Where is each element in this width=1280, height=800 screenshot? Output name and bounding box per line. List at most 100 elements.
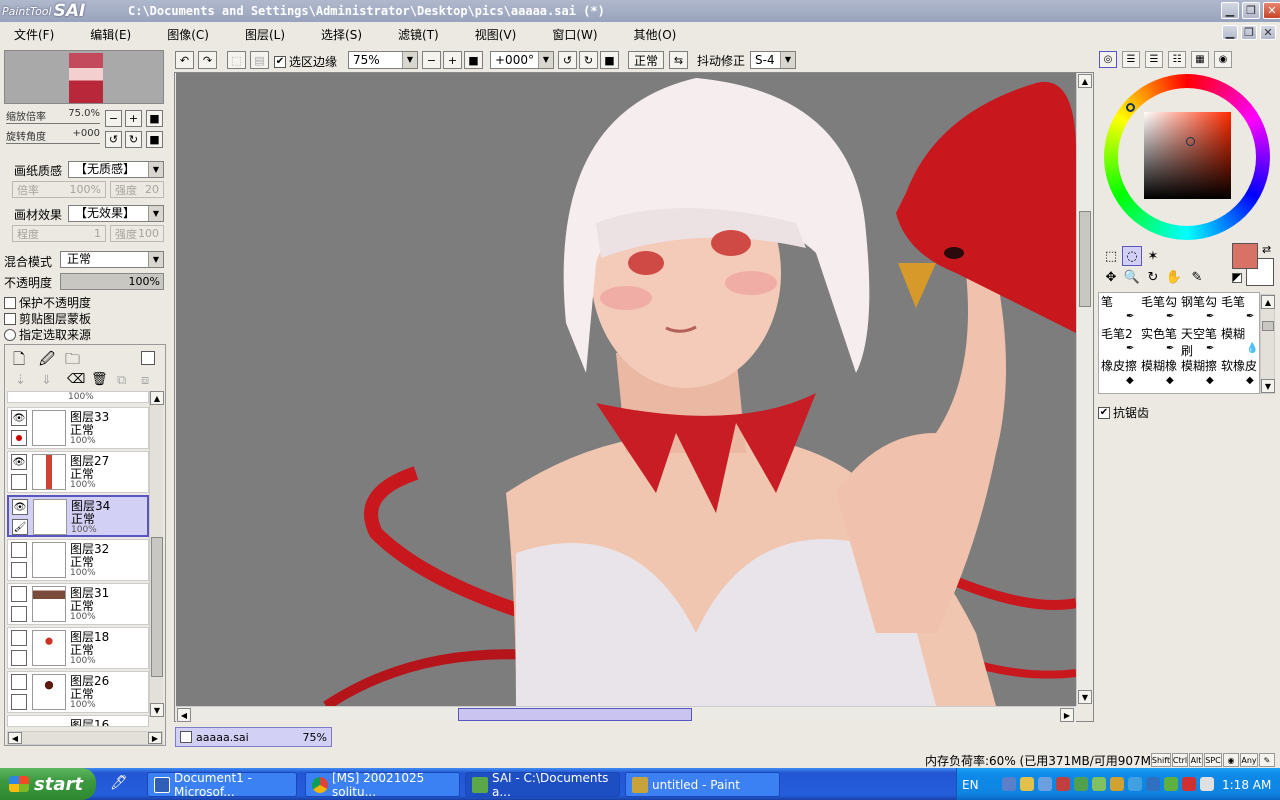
zoom-icon[interactable]: 🔍 xyxy=(1122,267,1142,287)
paper-texture-select[interactable]: 【无质感】 ▼ xyxy=(68,161,164,178)
selection-source-radio[interactable]: 指定选取来源 xyxy=(4,326,91,343)
canvas-horizontal-scrollbar[interactable]: ◀ ▶ xyxy=(176,706,1076,722)
checkbox-box[interactable] xyxy=(4,296,16,309)
doc-restore-button[interactable]: ❐ xyxy=(1241,25,1257,40)
radio-button[interactable] xyxy=(4,328,16,341)
brush-slot[interactable]: 笔 ✒ xyxy=(1101,293,1141,325)
flip-horizontal-icon[interactable]: ⇆ xyxy=(669,51,688,69)
volume-icon[interactable] xyxy=(1200,777,1214,791)
material-effect-select[interactable]: 【无效果】 ▼ xyxy=(68,205,164,222)
tray-icon-app[interactable] xyxy=(1092,777,1106,791)
eye-icon-hidden[interactable] xyxy=(11,586,27,602)
rotate-left-button[interactable]: ↺ xyxy=(105,131,122,148)
scroll-up-arrow[interactable]: ▲ xyxy=(1261,295,1275,309)
brush-slot[interactable]: 软橡皮 ◆ xyxy=(1221,357,1259,389)
brush-slot[interactable]: 毛笔勾 ✒ xyxy=(1141,293,1181,325)
tray-icon-shield[interactable] xyxy=(1164,777,1178,791)
language-indicator[interactable]: EN xyxy=(962,778,979,792)
brush-slot[interactable]: 橡皮擦 ◆ xyxy=(1101,357,1141,389)
layer-list-scrollbar[interactable]: ▲ ▼ xyxy=(149,391,164,717)
new-linework-layer-icon[interactable]: 🖉 xyxy=(39,349,55,374)
toolbar-zoom-out-button[interactable]: − xyxy=(422,51,441,69)
antialias-checkbox[interactable]: ✔ 抗锯齿 xyxy=(1098,404,1149,421)
zoom-select[interactable]: 75% ▼ xyxy=(348,51,418,69)
brush-slot[interactable]: 实色笔 ✒ xyxy=(1141,325,1181,357)
color-wheel-icon[interactable]: ◎ xyxy=(1099,51,1117,68)
menu-view[interactable]: 视图(V) xyxy=(467,24,525,45)
scroll-down-arrow[interactable]: ▼ xyxy=(150,703,164,717)
sv-marker[interactable] xyxy=(1186,137,1195,146)
brush-slot[interactable]: 毛笔 ✒ xyxy=(1221,293,1259,325)
scroll-thumb[interactable] xyxy=(458,708,692,721)
brush-slot[interactable]: 模糊擦 ◆ xyxy=(1181,357,1221,389)
brush-slot[interactable]: 钢笔勾 ✒ xyxy=(1181,293,1221,325)
navigator-preview[interactable] xyxy=(4,50,164,104)
layer-flag-icon[interactable] xyxy=(11,474,27,490)
taskbar-button-paint[interactable]: untitled - Paint xyxy=(625,772,780,797)
layer-flag-icon[interactable] xyxy=(11,606,27,622)
layer-flag-icon[interactable] xyxy=(11,650,27,666)
rectangle-select-icon[interactable]: ⬚ xyxy=(1101,246,1121,266)
layer-row[interactable]: 图层32 正常 100% xyxy=(7,539,149,581)
redo-button[interactable]: ↷ xyxy=(198,51,217,69)
delete-layer-icon[interactable]: 🗑 xyxy=(91,372,108,387)
toolbar-rotate-left-button[interactable]: ↺ xyxy=(558,51,577,69)
eye-icon[interactable]: 👁 xyxy=(11,410,27,426)
clear-layer-icon[interactable]: ⌫ xyxy=(67,372,85,387)
rotate-reset-button[interactable]: ■ xyxy=(146,131,163,148)
swatch-list-icon[interactable]: ☷ xyxy=(1168,51,1186,68)
quick-launch-icon[interactable]: 🖊 xyxy=(110,775,130,793)
selection-edge-toggle[interactable]: ✔ 选区边缘 xyxy=(274,53,337,70)
checkbox-checked[interactable]: ✔ xyxy=(274,55,286,68)
taskbar-button-chrome[interactable]: [MS] 20021025 solitu... xyxy=(305,771,460,799)
minimize-button[interactable]: ▁ xyxy=(1221,2,1239,19)
scroll-right-arrow[interactable]: ▶ xyxy=(148,732,162,744)
tray-icon-monitor[interactable] xyxy=(1146,777,1160,791)
menu-other[interactable]: 其他(O) xyxy=(626,24,685,45)
move-icon[interactable]: ✥ xyxy=(1101,267,1121,287)
view-mode-button[interactable]: 正常 xyxy=(628,51,664,69)
eye-icon-hidden[interactable] xyxy=(11,630,27,646)
new-folder-icon[interactable]: 🗀 xyxy=(65,349,80,374)
default-colors-icon[interactable] xyxy=(1232,273,1242,283)
taskbar-button-word[interactable]: Document1 - Microsof... xyxy=(147,771,297,799)
stabilizer-select[interactable]: S-4 ▼ xyxy=(750,51,796,69)
brush-slot[interactable]: 模糊橡 ◆ xyxy=(1141,357,1181,389)
menu-file[interactable]: 文件(F) xyxy=(6,24,62,45)
scroll-left-arrow[interactable]: ◀ xyxy=(8,732,22,744)
brush-layer-icon[interactable]: 🖌 xyxy=(12,519,28,535)
tray-icon-keyboard[interactable] xyxy=(1002,777,1016,791)
hsv-slider-icon[interactable]: ☰ xyxy=(1145,51,1163,68)
eye-icon-hidden[interactable] xyxy=(11,674,27,690)
hand-icon[interactable]: ✋ xyxy=(1164,267,1184,287)
scroll-right-arrow[interactable]: ▶ xyxy=(1060,708,1074,722)
doc-minimize-button[interactable]: ▁ xyxy=(1222,25,1238,40)
scroll-thumb[interactable] xyxy=(151,537,163,677)
toolbar-rotate-right-button[interactable]: ↻ xyxy=(579,51,598,69)
menu-select[interactable]: 选择(S) xyxy=(313,24,370,45)
zoom-in-button[interactable]: + xyxy=(125,110,142,127)
layer-flag-icon[interactable] xyxy=(11,694,27,710)
layer-row[interactable]: 图层18 正常 100% xyxy=(7,627,149,669)
deselect-button[interactable]: ⬚ xyxy=(227,51,246,69)
rgb-slider-icon[interactable]: ☰ xyxy=(1122,51,1140,68)
layer-row-selected[interactable]: 👁 🖌 图层34 正常 100% xyxy=(7,495,149,537)
doc-close-button[interactable]: ✕ xyxy=(1260,25,1276,40)
menu-window[interactable]: 窗口(W) xyxy=(544,24,605,45)
swap-colors-icon[interactable]: ⇄ xyxy=(1262,243,1271,256)
rotate-slider[interactable]: 旋转角度 +000 xyxy=(6,128,100,144)
zoom-reset-button[interactable]: ■ xyxy=(146,110,163,127)
protect-opacity-checkbox[interactable]: 保护不透明度 xyxy=(4,294,91,311)
layer-row[interactable]: 图层16 xyxy=(7,715,149,727)
eye-icon[interactable]: 👁 xyxy=(12,499,28,515)
scroll-down-arrow[interactable]: ▼ xyxy=(1261,379,1275,393)
scroll-up-arrow[interactable]: ▲ xyxy=(1078,74,1092,88)
toolbar-zoom-in-button[interactable]: + xyxy=(443,51,462,69)
menu-filter[interactable]: 滤镜(T) xyxy=(390,24,447,45)
canvas-vertical-scrollbar[interactable]: ▲ ▼ xyxy=(1076,73,1093,706)
scroll-thumb[interactable] xyxy=(1262,321,1274,331)
rotate-view-icon[interactable]: ↻ xyxy=(1143,267,1163,287)
taskbar-button-sai[interactable]: SAI - C:\Documents a... xyxy=(465,771,620,799)
blend-mode-select[interactable]: 正常 ▼ xyxy=(60,251,164,268)
scroll-left-arrow[interactable]: ◀ xyxy=(177,708,191,722)
